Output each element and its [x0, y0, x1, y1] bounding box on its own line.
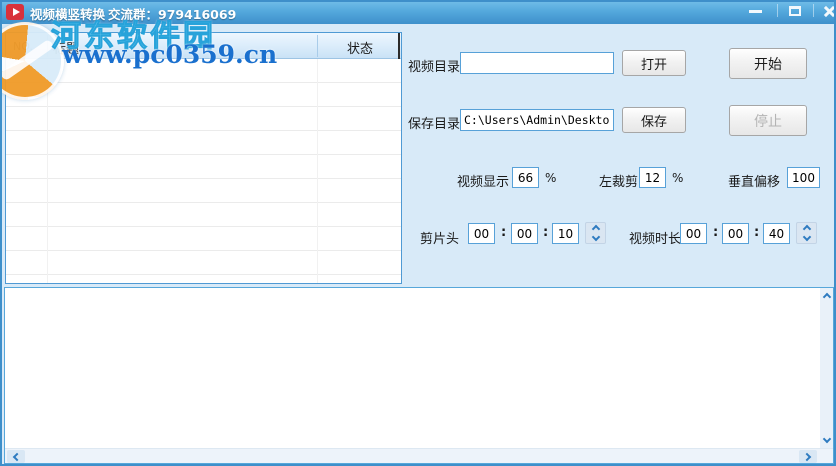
stop-button[interactable]: 停止: [729, 105, 807, 136]
video-file-list: NO. 标题 状态: [5, 32, 402, 284]
column-header-title[interactable]: 标题: [53, 38, 79, 57]
start-button[interactable]: 开始: [729, 48, 807, 79]
scroll-left-button[interactable]: [7, 450, 25, 463]
duration-spinner[interactable]: [796, 222, 817, 244]
open-button[interactable]: 打开: [622, 50, 686, 76]
chevron-down-icon: [822, 434, 831, 444]
log-panel[interactable]: [4, 287, 834, 464]
save-button[interactable]: 保存: [622, 107, 686, 133]
trim-head-minutes-input[interactable]: [511, 223, 538, 244]
time-colon: :: [501, 225, 507, 240]
trim-head-hours-input[interactable]: [468, 223, 495, 244]
maximize-button[interactable]: [780, 2, 810, 22]
column-gridline: [317, 59, 318, 283]
app-icon: [6, 4, 24, 20]
video-dir-input[interactable]: [460, 52, 614, 74]
duration-label: 视频时长: [629, 232, 682, 247]
play-icon: [12, 8, 20, 16]
trim-head-label: 剪片头: [420, 232, 460, 247]
spinner-down-icon[interactable]: [591, 232, 600, 241]
spinner-down-icon[interactable]: [802, 232, 811, 241]
column-header-no[interactable]: NO.: [13, 40, 33, 53]
trim-head-seconds-input[interactable]: [552, 223, 579, 244]
close-button[interactable]: [814, 2, 835, 22]
header-resize-indicator: [398, 33, 400, 59]
window-title: 视频横竖转换: [30, 7, 106, 22]
scroll-up-button[interactable]: [820, 288, 833, 304]
left-crop-unit: %: [672, 171, 684, 185]
app-window: 视频横竖转换 交流群：979416069 NO. 标题 状态 视频目录 打开 开…: [0, 0, 836, 466]
chevron-left-icon: [12, 452, 22, 461]
video-display-input[interactable]: [512, 167, 539, 188]
column-gridline: [47, 59, 48, 283]
time-colon: :: [543, 225, 549, 240]
left-crop-label: 左裁剪: [599, 175, 639, 190]
duration-minutes-input[interactable]: [722, 223, 749, 244]
column-separator[interactable]: [47, 35, 48, 57]
scroll-down-button[interactable]: [820, 432, 833, 448]
close-icon: [823, 5, 835, 18]
minimize-icon: [748, 9, 762, 13]
horizontal-scrollbar[interactable]: [5, 448, 833, 463]
vertical-offset-input[interactable]: [787, 167, 820, 188]
chevron-up-icon: [822, 292, 831, 302]
column-header-status[interactable]: 状态: [318, 38, 402, 57]
titlebar[interactable]: 视频横竖转换 交流群：979416069: [2, 2, 835, 24]
duration-seconds-input[interactable]: [763, 223, 790, 244]
duration-hours-input[interactable]: [680, 223, 707, 244]
video-dir-label: 视频目录: [408, 60, 461, 75]
time-colon: :: [754, 225, 760, 240]
chevron-right-icon: [802, 452, 812, 461]
time-colon: :: [713, 225, 719, 240]
list-header: NO. 标题 状态: [6, 33, 401, 59]
save-dir-label: 保存目录: [408, 117, 461, 132]
list-body[interactable]: [6, 59, 401, 283]
titlebar-separator: [777, 4, 778, 17]
window-group-label: 交流群：979416069: [108, 7, 237, 22]
save-dir-input[interactable]: [460, 109, 614, 131]
trim-head-spinner[interactable]: [585, 222, 606, 244]
left-crop-input[interactable]: [639, 167, 666, 188]
minimize-button[interactable]: [740, 2, 770, 22]
vertical-scrollbar[interactable]: [820, 288, 833, 448]
maximize-icon: [789, 6, 801, 16]
video-display-label: 视频显示: [457, 175, 510, 190]
vertical-offset-label: 垂直偏移: [728, 175, 781, 190]
scroll-right-button[interactable]: [799, 450, 817, 463]
video-display-unit: %: [545, 171, 557, 185]
